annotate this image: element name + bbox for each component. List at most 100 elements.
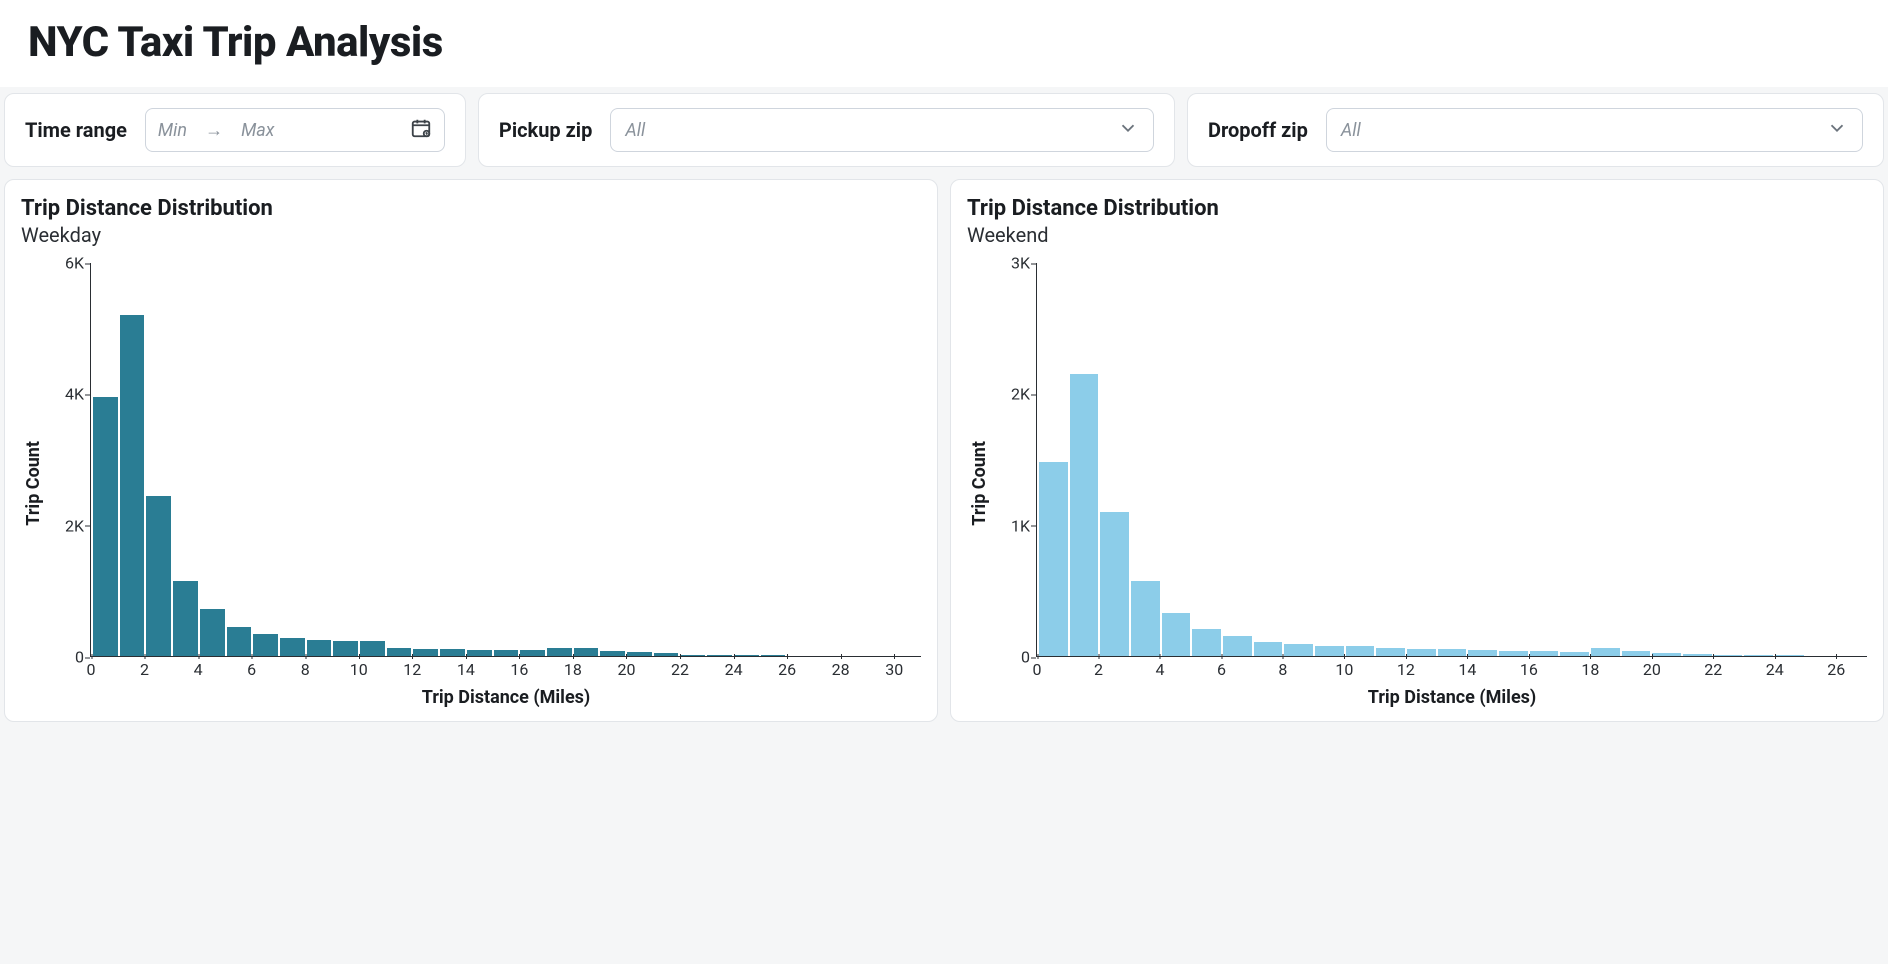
chart-xtick: 22: [1704, 660, 1722, 679]
chart-bar: [333, 641, 358, 656]
chart-bar: [120, 315, 145, 656]
chart-bars: [1037, 263, 1867, 656]
chart-xtick: 16: [510, 660, 528, 679]
chart-xtick: 20: [1643, 660, 1661, 679]
chart-area-weekend: Trip Count01K2K3K02468101214161820222426…: [967, 253, 1867, 713]
chart-yaxis: 02K4K6K: [46, 253, 90, 713]
chart-plot: 024681012141618202224262830Trip Distance…: [90, 263, 921, 657]
chart-bar: [93, 397, 118, 656]
chart-ylabel: Trip Count: [967, 441, 992, 526]
chart-bar: [1591, 648, 1620, 656]
chart-bar: [1499, 651, 1528, 656]
chart-xtick: 18: [564, 660, 582, 679]
pickup-zip-value: All: [625, 120, 645, 141]
chart-bar: [680, 655, 705, 656]
dropoff-zip-select[interactable]: All: [1326, 108, 1863, 152]
chart-bar: [1131, 581, 1160, 656]
time-range-min[interactable]: Min: [158, 120, 187, 141]
chart-xtick: 10: [1335, 660, 1353, 679]
chart-subtitle: Weekday: [21, 223, 921, 247]
chart-bar: [574, 648, 599, 656]
chart-xtick: 6: [247, 660, 256, 679]
dropoff-zip-value: All: [1341, 120, 1361, 141]
chart-xtick: 26: [1827, 660, 1845, 679]
chart-bar: [707, 655, 732, 656]
chart-ytick: 6K: [65, 254, 84, 273]
chart-xlabel: Trip Distance (Miles): [91, 687, 921, 708]
chart-bar: [1223, 636, 1252, 656]
chart-xtick: 24: [725, 660, 743, 679]
chart-bar: [1652, 653, 1681, 656]
chart-bar: [387, 648, 412, 656]
filter-bar: Time range Min → Max Pickup zip All: [0, 93, 1888, 167]
chart-bar: [307, 640, 332, 656]
chevron-down-icon: [1826, 117, 1848, 143]
chart-bar: [440, 649, 465, 656]
chart-ylabel: Trip Count: [21, 441, 46, 526]
chart-xtick: 16: [1520, 660, 1538, 679]
chart-xtick: 22: [671, 660, 689, 679]
chart-bar: [1744, 655, 1773, 656]
chart-xtick: 8: [301, 660, 310, 679]
chart-bar: [1376, 648, 1405, 657]
chart-xtick: 8: [1278, 660, 1287, 679]
filter-dropoff-zip: Dropoff zip All: [1187, 93, 1884, 167]
chart-xaxis: 02468101214161820222426: [1037, 660, 1867, 680]
chart-bar: [413, 649, 438, 656]
chart-bar: [1192, 629, 1221, 657]
chart-bar: [1775, 655, 1804, 656]
chart-xtick: 20: [617, 660, 635, 679]
chart-xtick: 4: [1155, 660, 1164, 679]
chart-bar: [654, 653, 679, 656]
chart-bar: [1407, 649, 1436, 656]
chart-bar: [520, 650, 545, 656]
chart-ytick: 3K: [1011, 254, 1030, 273]
chart-xtick: 24: [1766, 660, 1784, 679]
chart-bar: [1560, 652, 1589, 656]
chart-ytick: 0: [1021, 648, 1030, 667]
chart-xtick: 4: [194, 660, 203, 679]
chart-bar: [146, 496, 171, 656]
time-range-max[interactable]: Max: [241, 120, 274, 141]
chart-title: Trip Distance Distribution: [21, 196, 921, 221]
time-range-input[interactable]: Min → Max: [145, 108, 445, 152]
chart-bar: [494, 650, 519, 656]
chart-bar: [360, 641, 385, 656]
chart-xtick: 14: [457, 660, 475, 679]
chart-bar: [600, 651, 625, 656]
chart-xtick: 10: [350, 660, 368, 679]
chart-xtick: 28: [832, 660, 850, 679]
chart-xtick: 0: [87, 660, 96, 679]
chart-bar: [1315, 646, 1344, 656]
chart-bar: [1070, 374, 1099, 656]
chart-bar: [547, 648, 572, 657]
chevron-down-icon: [1117, 117, 1139, 143]
chart-subtitle: Weekend: [967, 223, 1867, 247]
chart-xtick: 14: [1458, 660, 1476, 679]
chart-xtick: 26: [778, 660, 796, 679]
chart-xtick: 12: [1397, 660, 1415, 679]
chart-bar: [227, 627, 252, 656]
chart-xlabel: Trip Distance (Miles): [1037, 687, 1867, 708]
pickup-zip-select[interactable]: All: [610, 108, 1154, 152]
filter-label-dropoff-zip: Dropoff zip: [1208, 118, 1308, 142]
chart-xtick: 6: [1217, 660, 1226, 679]
filter-pickup-zip: Pickup zip All: [478, 93, 1175, 167]
calendar-icon[interactable]: [410, 117, 432, 143]
page-title: NYC Taxi Trip Analysis: [0, 0, 1888, 87]
charts-row: Trip Distance Distribution Weekday Trip …: [0, 179, 1888, 722]
chart-xtick: 18: [1581, 660, 1599, 679]
chart-bar: [280, 638, 305, 656]
chart-xaxis: 024681012141618202224262830: [91, 660, 921, 680]
chart-xtick: 12: [403, 660, 421, 679]
chart-bar: [173, 581, 198, 656]
chart-yaxis: 01K2K3K: [992, 253, 1036, 713]
chart-ytick: 0: [75, 648, 84, 667]
chart-bar: [1530, 651, 1559, 656]
chart-card-weekday: Trip Distance Distribution Weekday Trip …: [4, 179, 938, 722]
filter-label-time-range: Time range: [25, 118, 127, 142]
chart-bar: [1284, 644, 1313, 656]
chart-xtick: 2: [1094, 660, 1103, 679]
chart-title: Trip Distance Distribution: [967, 196, 1867, 221]
chart-xtick: 2: [140, 660, 149, 679]
